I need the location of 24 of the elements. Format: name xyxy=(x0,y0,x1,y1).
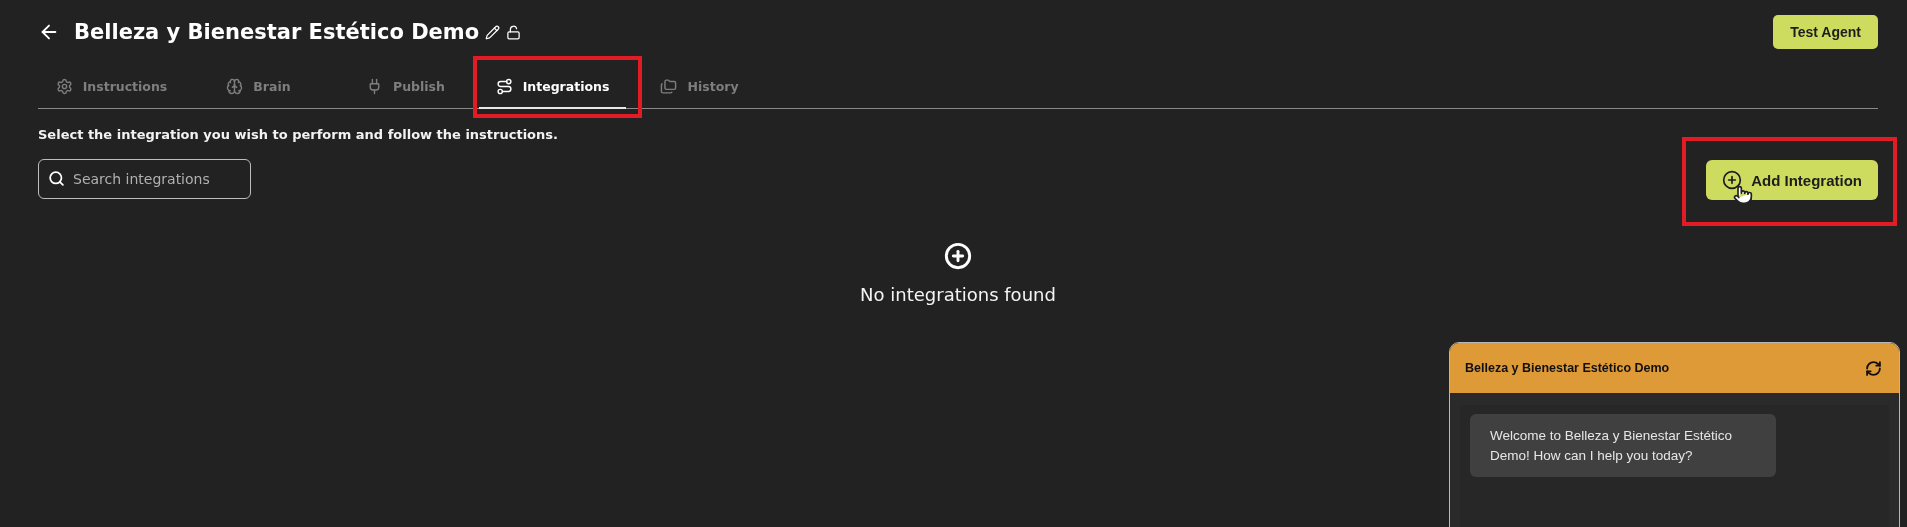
test-agent-button[interactable]: Test Agent xyxy=(1773,15,1878,49)
tab[interactable]: Brain xyxy=(185,62,332,109)
search-field[interactable]: Search integrations xyxy=(38,159,251,199)
tab[interactable]: History xyxy=(626,62,773,109)
plus-circle-icon[interactable] xyxy=(944,242,972,270)
folders-icon xyxy=(660,78,678,95)
hand-cursor-icon xyxy=(1733,185,1753,205)
chat-title: Belleza y Bienestar Estético Demo xyxy=(1465,361,1670,375)
pencil-icon[interactable] xyxy=(485,24,501,40)
route-icon xyxy=(495,78,513,95)
gear-icon xyxy=(55,78,73,95)
page-title: Belleza y Bienestar Estético Demo xyxy=(74,20,480,44)
refresh-icon[interactable] xyxy=(1865,359,1882,377)
add-integration-button[interactable]: Add Integration xyxy=(1706,160,1878,200)
chat-bubble: Welcome to Belleza y Bienestar Estético Demo! How can I help you today? xyxy=(1470,414,1776,478)
search-icon xyxy=(48,170,65,187)
brain-icon xyxy=(226,78,244,95)
instruction-text: Select the integration you wish to perform and follow the instructions. xyxy=(38,127,559,142)
tab[interactable]: Instructions xyxy=(38,62,185,109)
empty-message: No integrations found xyxy=(860,284,1056,305)
unlock-icon[interactable] xyxy=(506,24,522,40)
tab[interactable]: Integrations xyxy=(479,62,626,109)
tab[interactable]: Publish xyxy=(332,62,479,109)
plus-circle-icon xyxy=(1722,170,1743,190)
